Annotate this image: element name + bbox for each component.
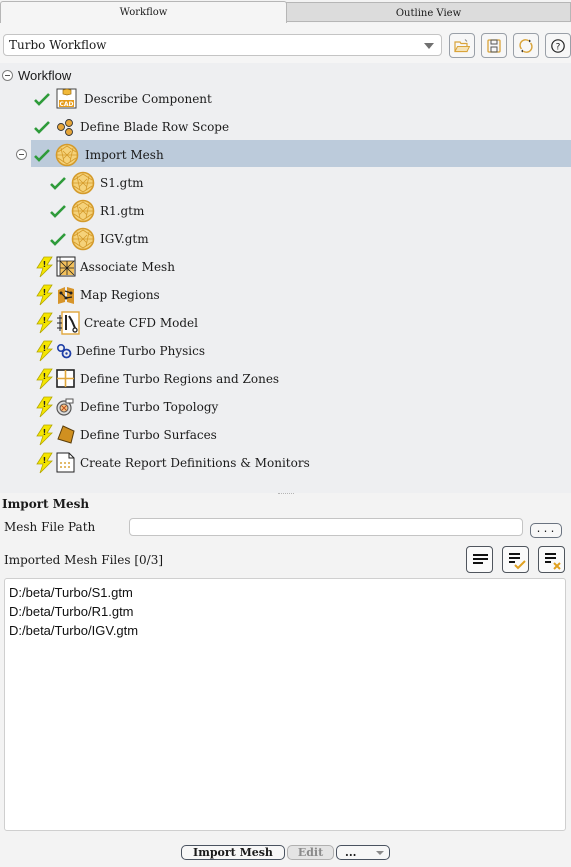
surfaces-icon <box>57 425 75 444</box>
cfd-model-icon <box>57 311 80 335</box>
more-options-label: ... <box>345 846 357 859</box>
tree-item-mesh-file[interactable]: IGV.gtm <box>50 225 350 253</box>
collapse-toggle[interactable] <box>2 70 13 81</box>
edit-button[interactable]: Edit <box>287 845 334 860</box>
chevron-down-icon <box>424 43 434 49</box>
more-options-dropdown[interactable]: ... <box>336 845 390 860</box>
warning-bolt-icon: ! <box>36 424 53 446</box>
list-item[interactable]: D:/beta/Turbo/R1.gtm <box>9 602 561 621</box>
warning-bolt-icon: ! <box>36 452 53 474</box>
refresh-button[interactable] <box>513 33 539 58</box>
tree-item-import-mesh[interactable]: Import Mesh <box>14 141 571 169</box>
svg-text:?: ? <box>556 42 561 52</box>
list-view-button[interactable] <box>466 546 493 573</box>
clear-list-icon <box>545 553 561 570</box>
tab-workflow[interactable]: Workflow <box>0 1 287 23</box>
save-button[interactable] <box>481 33 507 58</box>
check-icon <box>34 149 50 162</box>
refresh-icon <box>519 38 533 53</box>
warning-bolt-icon: ! <box>36 340 53 362</box>
workflow-tree: Workflow CAD Describe Component Define B… <box>0 63 571 493</box>
action-bar: Import Mesh Edit ... <box>0 842 571 862</box>
tree-item-define-turbo-regions-and-zones[interactable]: ! Define Turbo Regions and Zones <box>36 365 356 393</box>
browse-button[interactable]: ... <box>530 523 562 538</box>
help-button[interactable]: ? <box>545 33 571 58</box>
svg-text:!: ! <box>43 260 47 269</box>
open-button[interactable] <box>449 33 475 58</box>
topology-icon <box>56 398 74 416</box>
select-all-button[interactable] <box>502 546 529 573</box>
mesh-file-path-input[interactable] <box>129 518 523 536</box>
tab-outline-view[interactable]: Outline View <box>286 2 571 22</box>
blade-row-icon <box>57 119 73 136</box>
workflow-select-value: Turbo Workflow <box>9 38 107 52</box>
tree-item-define-turbo-topology[interactable]: ! Define Turbo Topology <box>36 393 336 421</box>
physics-icon <box>56 343 72 359</box>
report-icon <box>56 452 75 473</box>
check-icon <box>50 205 66 218</box>
imported-mesh-files-list[interactable]: D:/beta/Turbo/S1.gtm D:/beta/Turbo/R1.gt… <box>4 578 566 831</box>
tree-item-mesh-file[interactable]: R1.gtm <box>50 197 350 225</box>
warning-bolt-icon: ! <box>36 284 53 306</box>
import-mesh-panel: Import Mesh Mesh File Path ... Imported … <box>0 496 571 867</box>
cad-icon: CAD <box>56 88 77 109</box>
svg-text:!: ! <box>43 400 47 409</box>
splitter-grip[interactable] <box>278 493 294 495</box>
check-icon <box>50 177 66 190</box>
help-icon: ? <box>551 38 565 53</box>
check-icon <box>50 233 66 246</box>
chevron-down-icon <box>376 851 384 855</box>
tree-item-create-report-definitions[interactable]: ! Create Report Definitions & Monitors <box>36 449 376 477</box>
tree-item-describe-component[interactable]: CAD Describe Component <box>34 85 334 113</box>
warning-bolt-icon: ! <box>36 312 53 334</box>
folder-open-icon <box>454 38 470 52</box>
check-icon <box>34 121 50 134</box>
mesh-file-path-label: Mesh File Path <box>4 520 96 534</box>
warning-bolt-icon: ! <box>36 396 53 418</box>
svg-text:!: ! <box>43 456 47 465</box>
panel-title: Import Mesh <box>2 497 90 511</box>
tree-item-define-blade-row-scope[interactable]: Define Blade Row Scope <box>34 113 334 141</box>
tree-item-define-turbo-physics[interactable]: ! Define Turbo Physics <box>36 337 336 365</box>
mesh-sphere-icon <box>71 171 95 195</box>
mesh-sphere-icon <box>71 227 95 251</box>
svg-text:!: ! <box>43 344 47 353</box>
svg-text:CAD: CAD <box>59 101 73 108</box>
imported-mesh-files-label: Imported Mesh Files [0/3] <box>4 553 164 567</box>
list-item[interactable]: D:/beta/Turbo/S1.gtm <box>9 583 561 602</box>
map-regions-icon <box>58 287 74 304</box>
svg-text:!: ! <box>43 288 47 297</box>
workflow-toolbar: Turbo Workflow ? <box>0 23 571 63</box>
warning-bolt-icon: ! <box>36 368 53 390</box>
tree-item-associate-mesh[interactable]: ! Associate Mesh <box>36 253 336 281</box>
workflow-select[interactable]: Turbo Workflow <box>3 34 442 56</box>
associate-mesh-icon <box>56 256 76 277</box>
check-icon <box>34 93 50 106</box>
tree-item-define-turbo-surfaces[interactable]: ! Define Turbo Surfaces <box>36 421 336 449</box>
list-icon <box>473 554 488 564</box>
svg-text:!: ! <box>43 372 47 381</box>
collapse-toggle[interactable] <box>16 149 27 160</box>
tab-bar: Workflow Outline View <box>0 0 571 23</box>
import-mesh-button[interactable]: Import Mesh <box>181 845 285 860</box>
list-item[interactable]: D:/beta/Turbo/IGV.gtm <box>9 621 561 640</box>
regions-zones-icon <box>56 369 75 388</box>
select-all-icon <box>509 553 526 570</box>
save-icon <box>487 38 501 53</box>
svg-text:!: ! <box>43 428 47 437</box>
tree-item-create-cfd-model[interactable]: ! Create CFD Model <box>36 309 336 337</box>
tree-item-mesh-file[interactable]: S1.gtm <box>50 169 350 197</box>
tree-item-map-regions[interactable]: ! Map Regions <box>36 281 336 309</box>
mesh-sphere-icon <box>71 199 95 223</box>
clear-list-button[interactable] <box>538 546 565 573</box>
mesh-sphere-icon <box>55 143 79 167</box>
warning-bolt-icon: ! <box>36 256 53 278</box>
svg-text:!: ! <box>43 316 47 325</box>
